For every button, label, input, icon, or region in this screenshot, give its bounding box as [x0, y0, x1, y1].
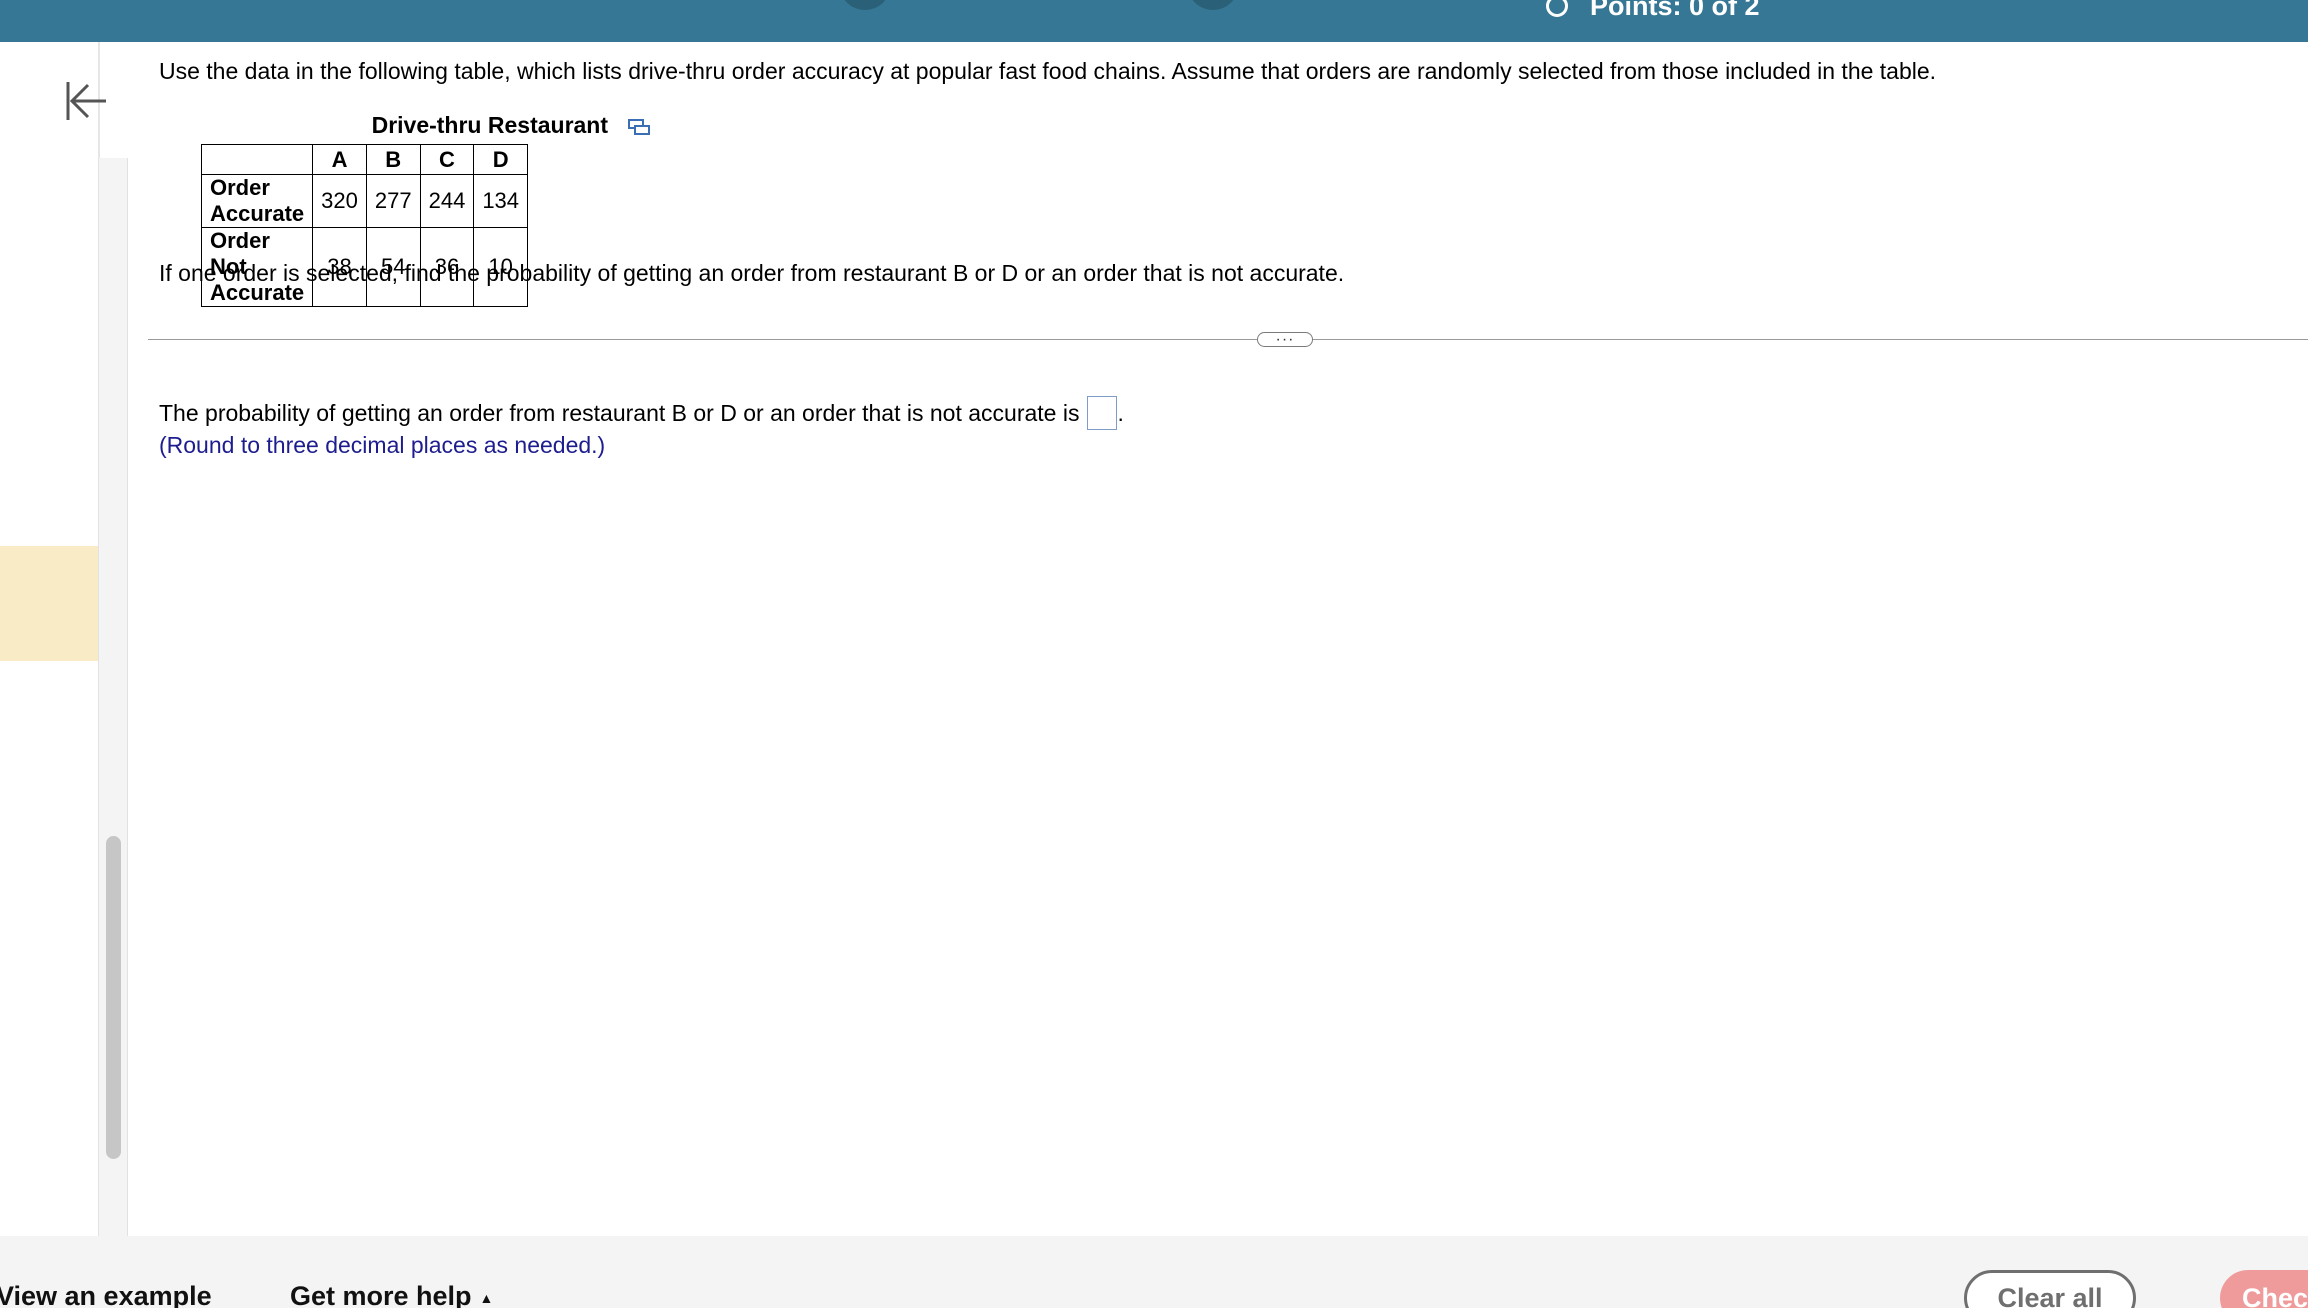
left-rail — [0, 42, 100, 1236]
table-corner-cell — [200, 144, 314, 175]
check-answer-button[interactable]: Chec — [2220, 1270, 2308, 1308]
nav-button-previous[interactable] — [840, 0, 890, 10]
table-header-row: A B C D — [200, 144, 529, 175]
table-row: Order Accurate 320 277 244 134 — [200, 174, 529, 228]
get-more-help-button[interactable]: Get more help ▲ — [290, 1281, 493, 1308]
rounding-hint: (Round to three decimal places as needed… — [159, 432, 606, 458]
clear-all-button[interactable]: Clear all — [1964, 1270, 2136, 1308]
answer-input-box[interactable] — [1087, 396, 1118, 430]
view-example-link[interactable]: View an example — [0, 1281, 212, 1308]
table-cell: 244 — [419, 174, 475, 228]
get-more-help-label: Get more help — [290, 1281, 472, 1308]
points-circle-icon — [1546, 0, 1568, 17]
answer-line: The probability of getting an order from… — [159, 396, 1124, 430]
question-intro: Use the data in the following table, whi… — [159, 58, 1937, 84]
copy-table-icon[interactable] — [628, 118, 651, 136]
scrollbar-thumb[interactable] — [106, 836, 121, 1159]
column-header: B — [365, 144, 421, 175]
caret-up-icon: ▲ — [479, 1289, 494, 1306]
table-title-text: Drive-thru Restaurant — [371, 112, 609, 138]
more-options-button[interactable]: ··· — [1257, 331, 1313, 347]
column-header: C — [419, 144, 475, 175]
current-question-highlight[interactable] — [0, 546, 98, 661]
top-header-bar: Points: 0 of 2 — [0, 0, 2308, 42]
answer-sentence: The probability of getting an order from… — [159, 399, 1080, 426]
points-indicator: Points: 0 of 2 — [1546, 0, 1760, 26]
table-cell: 134 — [473, 174, 529, 228]
table-cell: 277 — [365, 174, 421, 228]
collapse-panel-icon[interactable] — [62, 78, 108, 124]
section-divider — [148, 339, 2308, 340]
table-cell: 320 — [312, 174, 367, 228]
row-label: Order Accurate — [200, 174, 314, 228]
footer-bar: View an example Get more help ▲ Clear all… — [0, 1236, 2308, 1308]
question-prompt: If one order is selected, find the proba… — [159, 260, 1345, 286]
nav-button-next[interactable] — [1188, 0, 1238, 10]
points-text: Points: 0 of 2 — [1590, 0, 1760, 21]
answer-period: . — [1117, 399, 1124, 426]
column-header: A — [312, 144, 367, 175]
table-title: Drive-thru Restaurant — [201, 112, 821, 139]
column-header: D — [473, 144, 529, 175]
